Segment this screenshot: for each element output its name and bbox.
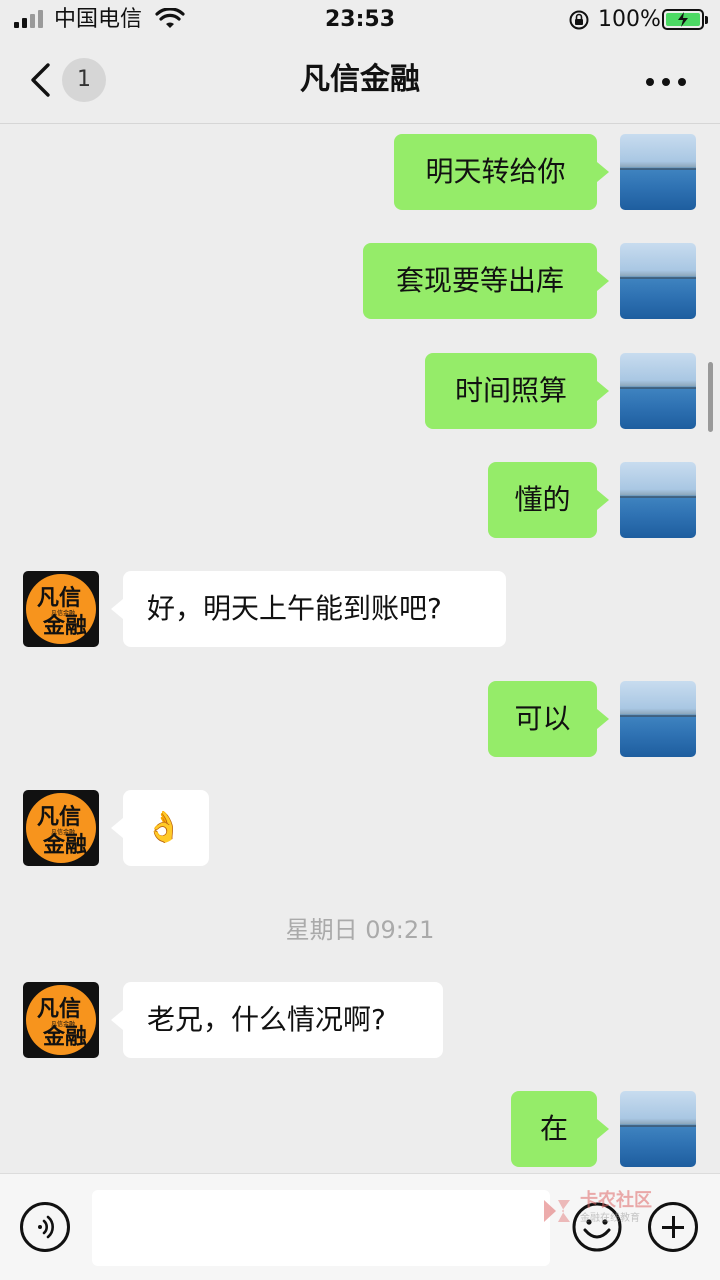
my-avatar[interactable] [620,462,696,538]
outgoing-message[interactable]: 明天转给你 [394,134,609,210]
svg-text:凡信: 凡信 [37,996,81,1022]
outgoing-message[interactable]: 可以 [488,681,609,757]
more-icon[interactable] [646,76,686,88]
chat-header: 1 凡信金融 [0,40,720,124]
incoming-message[interactable]: 好，明天上午能到账吧? [111,571,506,647]
my-avatar[interactable] [620,681,696,757]
svg-text:凡信金融: 凡信金融 [51,609,75,617]
my-avatar[interactable] [620,353,696,429]
contact-avatar[interactable]: 凡信 金融 凡信金融 [23,571,99,647]
svg-text:凡信金融: 凡信金融 [51,1020,75,1028]
battery-icon [662,9,708,30]
lock-rotation-icon [569,10,589,30]
outgoing-message[interactable]: 套现要等出库 [363,243,609,319]
incoming-message[interactable]: 老兄，什么情况啊? [111,982,443,1058]
incoming-emoji-message[interactable]: 👌 [111,790,209,866]
outgoing-message[interactable]: 时间照算 [425,353,609,429]
chat-title: 凡信金融 [300,62,420,97]
voice-icon[interactable] [20,1202,70,1252]
my-avatar[interactable] [620,243,696,319]
message-input[interactable] [92,1190,550,1266]
outgoing-message[interactable]: 懂的 [488,462,609,538]
watermark-subtitle: 金融在线教育 [580,1213,640,1224]
watermark: 卡农社区 金融在线教育 [540,1190,660,1230]
status-bar: 中国电信 23:53 100% [0,0,720,40]
watermark-logo-icon [544,1200,570,1222]
contact-avatar[interactable]: 凡信 金融 凡信金融 [23,982,99,1058]
my-avatar[interactable] [620,134,696,210]
my-avatar[interactable] [620,1091,696,1167]
watermark-title: 卡农社区 [580,1190,652,1211]
svg-text:凡信金融: 凡信金融 [51,828,75,836]
scroll-indicator[interactable] [708,362,713,432]
svg-text:凡信: 凡信 [37,585,81,611]
message-timestamp: 星期日 09:21 [285,916,435,944]
contact-avatar[interactable]: 凡信 金融 凡信金融 [23,790,99,866]
svg-text:凡信: 凡信 [37,804,81,830]
battery-percent: 100% [598,7,661,32]
outgoing-message[interactable]: 在 [511,1091,609,1167]
